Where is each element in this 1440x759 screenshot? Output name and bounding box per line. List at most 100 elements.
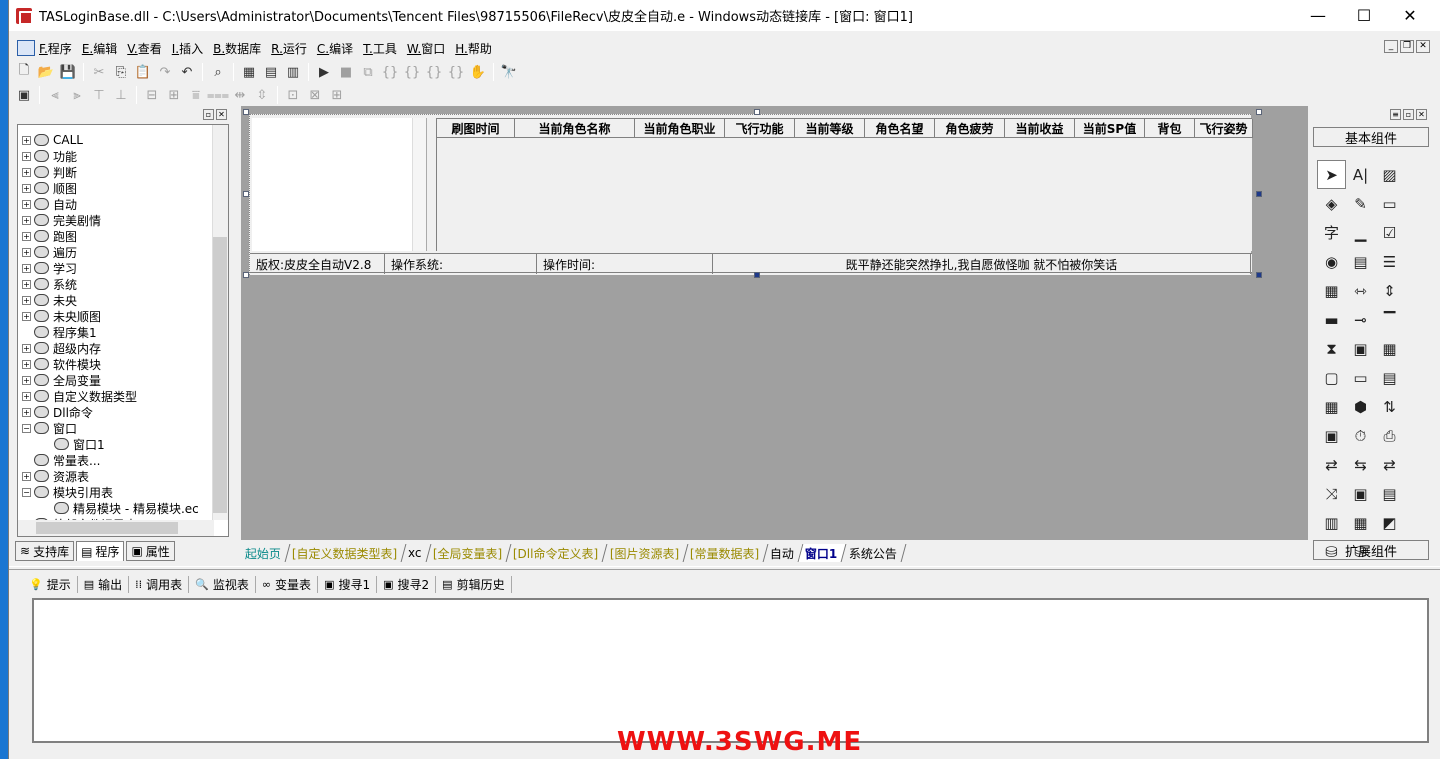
edit-icon[interactable]: ✎ bbox=[1346, 189, 1375, 218]
tree-item[interactable]: 常量表... bbox=[22, 452, 100, 468]
output-tab[interactable]: ▣ 搜寻1 bbox=[324, 575, 378, 593]
chart-icon[interactable]: ◩ bbox=[1375, 508, 1404, 537]
cut-icon[interactable]: ✂ bbox=[88, 62, 110, 82]
resize-handle[interactable] bbox=[1256, 109, 1262, 115]
mdi-minimize-button[interactable]: _ bbox=[1384, 40, 1398, 53]
box-icon[interactable]: ▁ bbox=[1346, 218, 1375, 247]
grid-column-header[interactable]: 当前等级 bbox=[795, 119, 865, 138]
menu-run[interactable]: R.运行 bbox=[271, 40, 307, 57]
file-icon[interactable]: ▤ bbox=[1375, 363, 1404, 392]
doc-tab[interactable]: [Dll命令定义表] bbox=[506, 544, 608, 562]
size-c-icon[interactable]: ⊞ bbox=[326, 85, 348, 105]
tab-properties[interactable]: ▣ 属性 bbox=[126, 541, 175, 561]
tree-item[interactable]: + 遍历 bbox=[22, 244, 77, 260]
timer-icon[interactable]: ⧗ bbox=[1317, 334, 1346, 363]
doc-tab[interactable]: [全局变量表] bbox=[426, 544, 512, 562]
clock-icon[interactable]: ⏱ bbox=[1346, 421, 1375, 450]
tree-item[interactable]: + 资源表 bbox=[22, 468, 89, 484]
grid-column-header[interactable]: 刷图时间 bbox=[437, 119, 515, 138]
resize-handle[interactable] bbox=[754, 109, 760, 115]
printer-icon[interactable]: ⎙ bbox=[1375, 421, 1404, 450]
tree-item[interactable]: + 完美剧情 bbox=[22, 212, 101, 228]
align-top-icon[interactable]: ⊤ bbox=[88, 85, 110, 105]
paste-icon[interactable]: 📋 bbox=[132, 62, 154, 82]
basic-components-header[interactable]: 基本组件 bbox=[1313, 127, 1429, 147]
size-a-icon[interactable]: ⊡ bbox=[282, 85, 304, 105]
expand-icon[interactable]: + bbox=[22, 471, 31, 481]
copy-icon[interactable]: ⎘ bbox=[110, 62, 132, 82]
scroll-v-icon[interactable]: ⇕ bbox=[1375, 276, 1404, 305]
debug-e-icon[interactable]: {} bbox=[445, 62, 467, 82]
expand-icon[interactable]: + bbox=[22, 183, 31, 193]
tab-icon[interactable]: ▔ bbox=[1375, 305, 1404, 334]
debug-c-icon[interactable]: {} bbox=[401, 62, 423, 82]
minimize-button[interactable]: — bbox=[1295, 0, 1341, 31]
image-box-icon[interactable]: ▣ bbox=[1346, 334, 1375, 363]
db-f-icon[interactable]: ▦ bbox=[1346, 508, 1375, 537]
resize-handle[interactable] bbox=[1256, 272, 1262, 278]
tree-hscrollbar[interactable] bbox=[18, 520, 214, 536]
menu-compile[interactable]: C.编译 bbox=[317, 40, 353, 57]
align-left-icon[interactable]: ⫷ bbox=[44, 85, 66, 105]
doc-tab[interactable]: 系统公告 bbox=[842, 544, 907, 562]
listbox-icon[interactable]: ☰ bbox=[1375, 247, 1404, 276]
menu-database[interactable]: B.数据库 bbox=[213, 40, 261, 57]
tree-item[interactable]: + 功能 bbox=[22, 148, 77, 164]
grid-column-header[interactable]: 飞行功能 bbox=[725, 119, 795, 138]
radio-icon[interactable]: ◉ bbox=[1317, 247, 1346, 276]
expand-icon[interactable]: + bbox=[22, 359, 31, 369]
resize-handle[interactable] bbox=[754, 272, 760, 278]
cursor-icon[interactable]: ➤ bbox=[1317, 160, 1346, 189]
grid-column-header[interactable]: 角色疲劳 bbox=[935, 119, 1005, 138]
tree-item[interactable]: − 模块引用表 bbox=[22, 484, 113, 500]
tree-vscrollbar[interactable] bbox=[212, 125, 228, 520]
tree-item[interactable]: + CALL bbox=[22, 132, 83, 148]
form-window1[interactable]: 刷图时间 当前角色名称 当前角色职业 飞行功能 当前等级 角色名望 角色疲劳 当前收益 当前SP… bbox=[249, 114, 1253, 275]
doc-tab[interactable]: [常量数据表] bbox=[683, 544, 769, 562]
tree-item[interactable]: 精易模块 - 精易模块.ec bbox=[42, 500, 199, 516]
grid-column-header[interactable]: 角色名望 bbox=[865, 119, 935, 138]
expand-icon[interactable]: + bbox=[22, 263, 31, 273]
align-right-icon[interactable]: ⫸ bbox=[66, 85, 88, 105]
layout-a-icon[interactable]: ▦ bbox=[238, 62, 260, 82]
tree-item[interactable]: + 自定义数据类型 bbox=[22, 388, 137, 404]
open-folder-icon[interactable]: 📂 bbox=[35, 62, 57, 82]
shape-icon[interactable]: ◈ bbox=[1317, 189, 1346, 218]
expand-icon[interactable]: + bbox=[22, 135, 31, 145]
grid-column-header[interactable]: 当前角色名称 bbox=[515, 119, 635, 138]
expand-icon[interactable]: + bbox=[22, 231, 31, 241]
layout-c-icon[interactable]: ▥ bbox=[282, 62, 304, 82]
doc-tab[interactable]: [图片资源表] bbox=[603, 544, 689, 562]
expand-icon[interactable]: + bbox=[22, 311, 31, 321]
checkbox-icon[interactable]: ☑ bbox=[1375, 218, 1404, 247]
expand-icon[interactable]: + bbox=[22, 279, 31, 289]
super-list-control[interactable]: 刷图时间 当前角色名称 当前角色职业 飞行功能 当前等级 角色名望 角色疲劳 当前收益 当前SP… bbox=[436, 118, 1253, 251]
expand-icon[interactable]: + bbox=[22, 167, 31, 177]
listbox-control[interactable] bbox=[252, 118, 427, 251]
new-file-icon[interactable]: 🗋 bbox=[13, 62, 35, 82]
tree-item[interactable]: + 学习 bbox=[22, 260, 77, 276]
align-bottom-icon[interactable]: ⊥ bbox=[110, 85, 132, 105]
tree-item[interactable]: 窗口1 bbox=[42, 436, 105, 452]
collapse-icon[interactable]: − bbox=[22, 423, 31, 433]
panel-close-button[interactable]: ✕ bbox=[1416, 108, 1427, 120]
expand-icon[interactable]: + bbox=[22, 375, 31, 385]
grid-column-header[interactable]: 飞行姿势 bbox=[1195, 119, 1253, 138]
doc-tab[interactable]: 自动 bbox=[763, 544, 804, 562]
expand-icon[interactable]: + bbox=[22, 199, 31, 209]
listbox-scrollbar[interactable] bbox=[412, 118, 426, 251]
extended-components-header[interactable]: 扩展组件 bbox=[1313, 540, 1429, 560]
expand-icon[interactable]: + bbox=[22, 215, 31, 225]
list-icon[interactable]: ▤ bbox=[1346, 247, 1375, 276]
progress-icon[interactable]: ▬ bbox=[1317, 305, 1346, 334]
tree-item[interactable]: + 未央 bbox=[22, 292, 77, 308]
link-a-icon[interactable]: ⇄ bbox=[1317, 450, 1346, 479]
window-icon[interactable]: ▣ bbox=[1317, 421, 1346, 450]
expand-icon[interactable]: + bbox=[22, 295, 31, 305]
output-tab[interactable]: ∞ 变量表 bbox=[262, 575, 319, 593]
tree-item[interactable]: − 窗口 bbox=[22, 420, 77, 436]
db-a-icon[interactable]: ⇄ bbox=[1375, 450, 1404, 479]
tree-icon[interactable]: ▦ bbox=[1317, 392, 1346, 421]
output-tab[interactable]: 🔍 监视表 bbox=[195, 575, 256, 593]
same-width-icon[interactable]: ⩸ bbox=[185, 85, 207, 105]
